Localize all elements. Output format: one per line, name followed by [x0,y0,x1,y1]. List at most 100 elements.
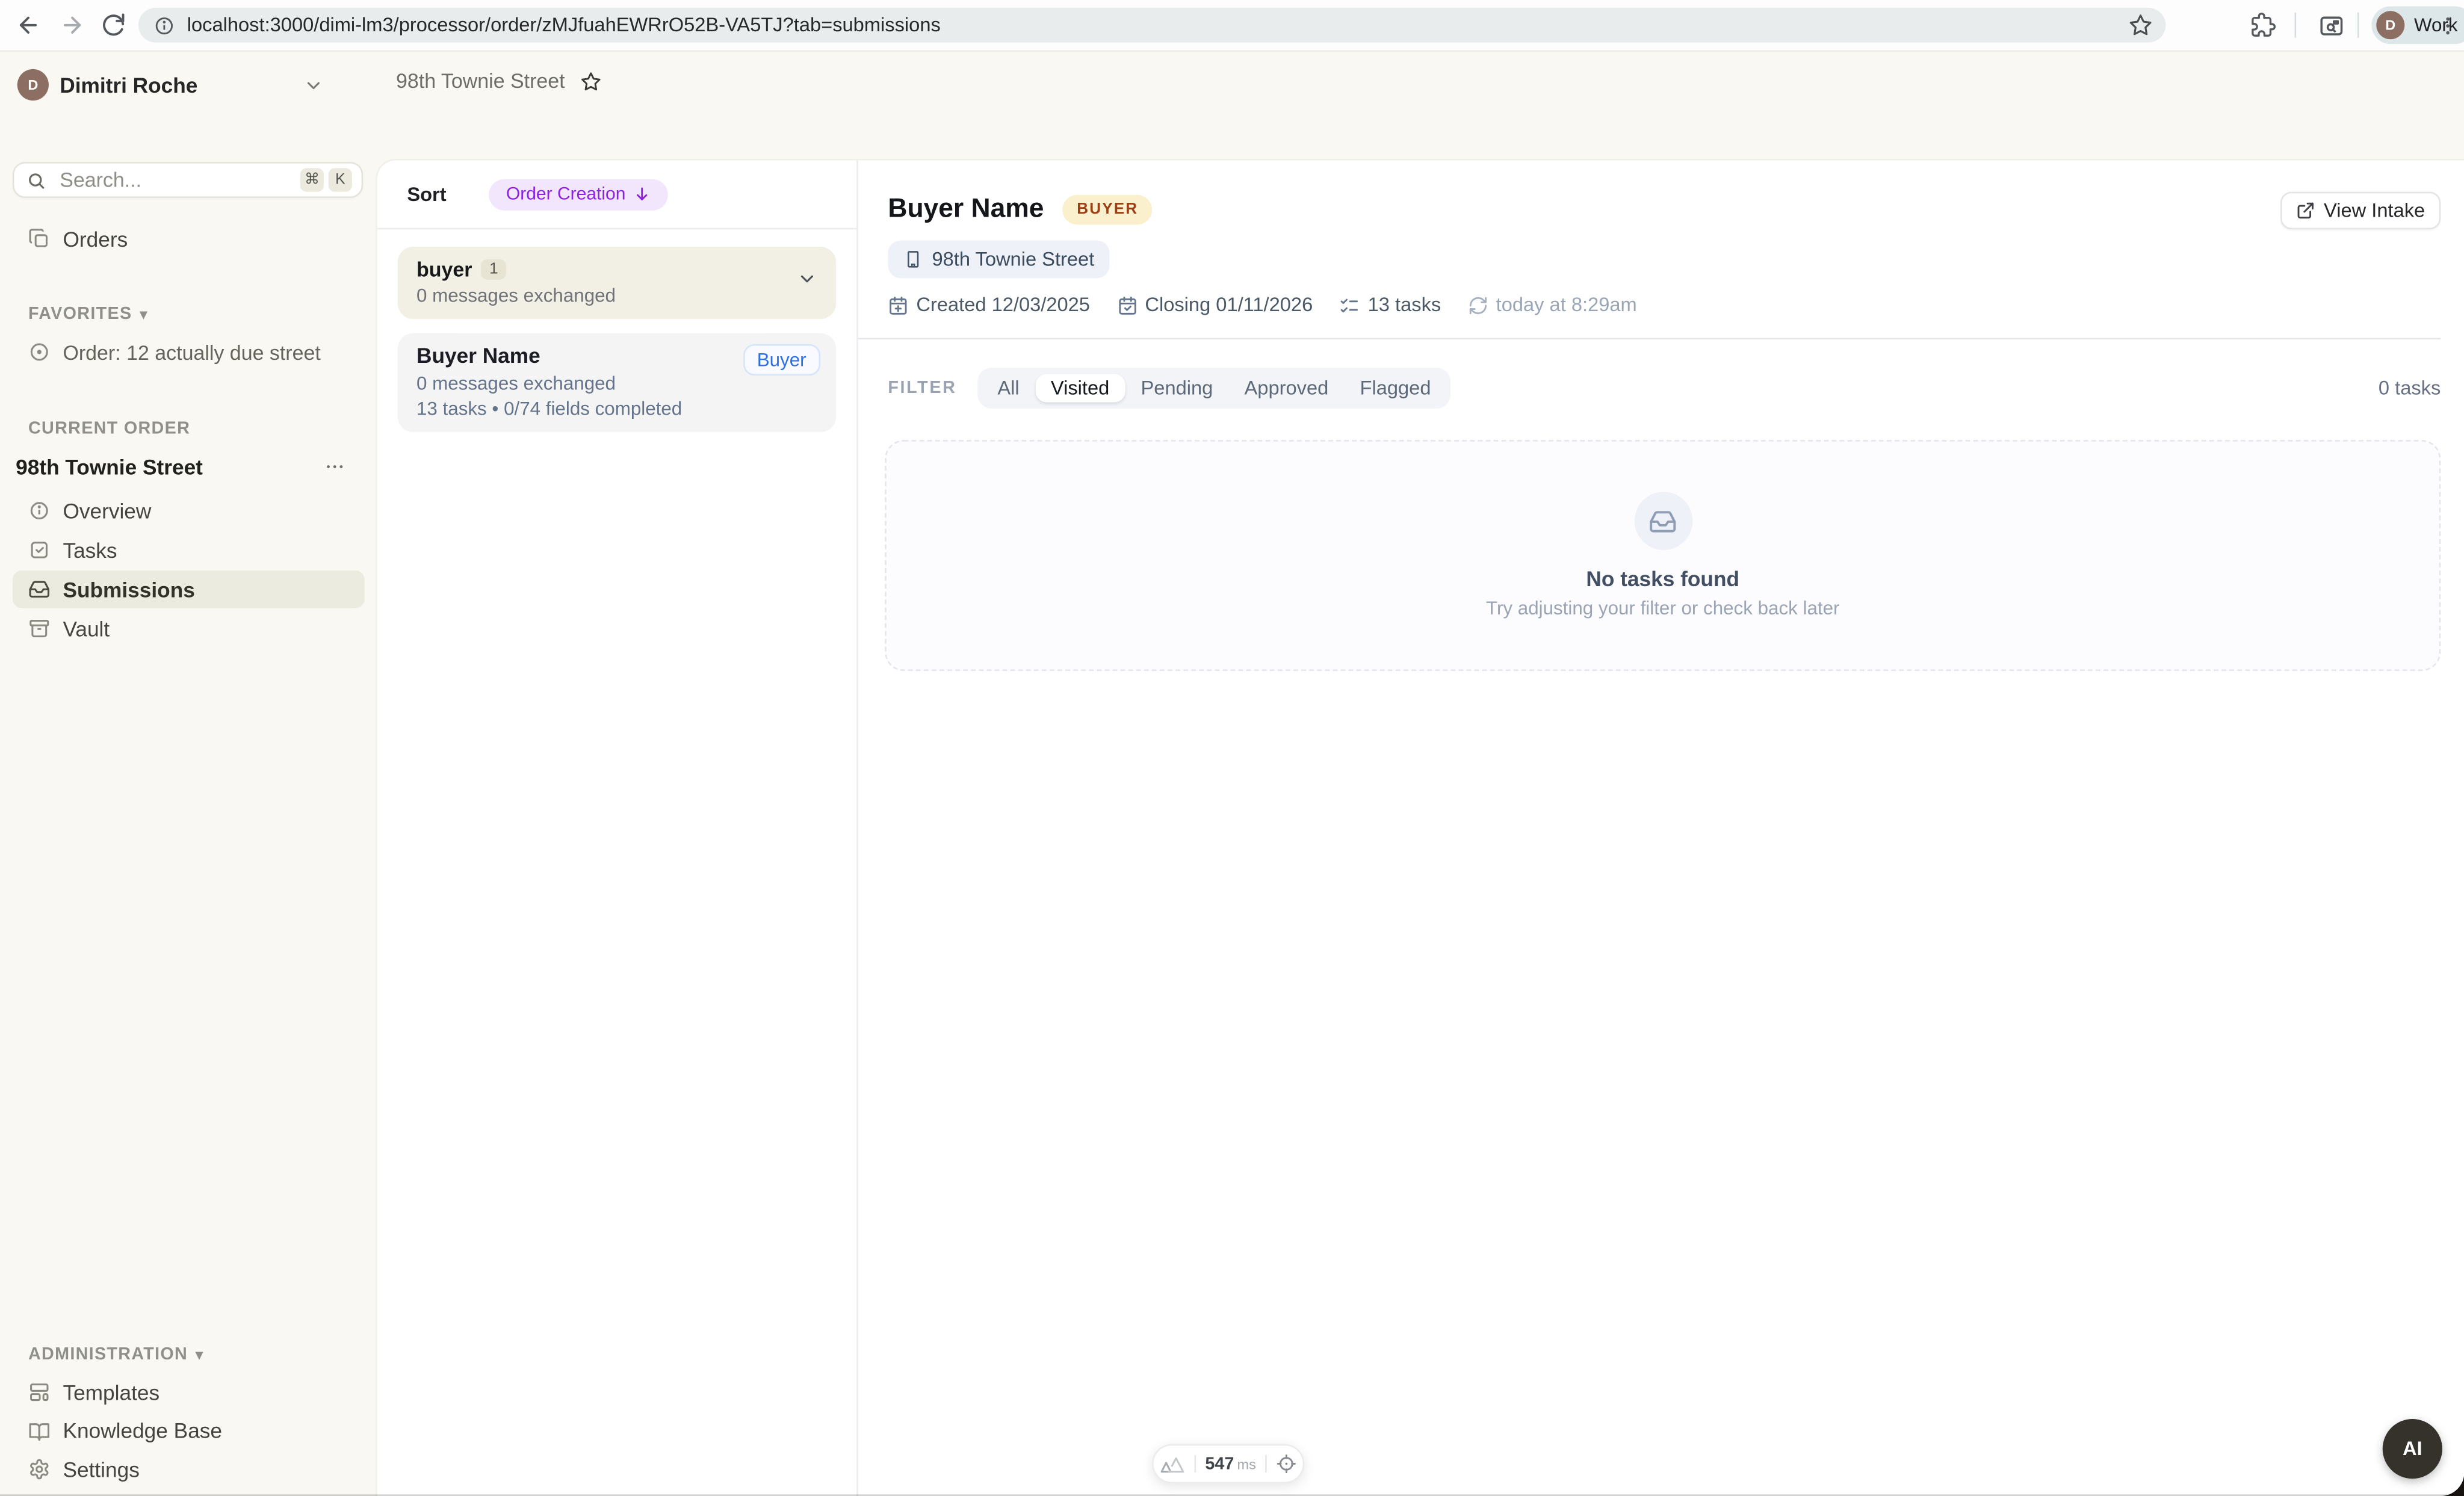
list-checks-icon [1340,295,1360,315]
shortcut-cmd-key: ⌘ [300,168,324,191]
inbox-icon [28,578,63,601]
order-address-chip[interactable]: 98th Townie Street [888,241,1110,279]
user-name: Dimitri Roche [60,73,303,96]
submissions-list-panel: Sort Order Creation buyer 1 0 [377,160,858,1496]
address-bar[interactable]: localhost:3000/dimi-lm3/processor/order/… [138,8,2166,42]
browser-toolbar: localhost:3000/dimi-lm3/processor/order/… [0,0,2464,52]
view-intake-label: View Intake [2324,200,2425,222]
book-open-icon [28,1420,63,1442]
sort-value: Order Creation [506,185,626,203]
current-order-title-row[interactable]: 98th Townie Street [16,451,365,482]
administration-section-label: ADMINISTRATION [28,1345,188,1364]
inbox-icon [1648,507,1677,535]
sidebar-item-label: Tasks [63,538,117,561]
calendar-check-icon [1116,295,1137,315]
group-count-badge: 1 [481,259,506,280]
inspector-target-icon[interactable] [1277,1453,1297,1474]
favorite-item[interactable]: Order: 12 actually due street [13,333,365,371]
group-subtitle: 0 messages exchanged [416,285,817,307]
sidebar-item-vault[interactable]: Vault [13,610,365,648]
order-menu-icon[interactable] [324,456,346,478]
submission-line2: 13 tasks • 0/74 fields completed [416,398,817,420]
detail-title: Buyer Name [888,193,1044,224]
tab-approved[interactable]: Approved [1228,374,1344,402]
submissions-list: buyer 1 0 messages exchanged Buyer Name … [377,229,856,450]
app-body: 98th Townie Street D Dimitri Roche ⌘ K [0,51,2464,1496]
content-card: Sort Order Creation buyer 1 0 [377,160,2464,1496]
sidebar-item-settings[interactable]: Settings [13,1450,365,1488]
search-input[interactable] [57,167,296,193]
toolbar-divider [2357,13,2359,38]
empty-state-circle [1633,492,1692,550]
section-caret-icon [140,305,147,324]
header-divider [858,338,2441,339]
current-order-title: 98th Townie Street [16,455,324,478]
reload-icon[interactable] [99,11,128,39]
sidebar-item-tasks[interactable]: Tasks [13,531,365,569]
submission-detail-panel: Buyer Name BUYER View Intake 98th Townie… [858,160,2464,1496]
sidebar-item-knowledge-base[interactable]: Knowledge Base [13,1412,365,1450]
current-order-section-label: CURRENT ORDER [28,419,190,438]
order-header: 98th Townie Street [396,69,602,93]
sidebar-item-overview[interactable]: Overview [13,492,365,530]
sidebar-item-label: Submissions [63,578,194,601]
submission-group-buyer[interactable]: buyer 1 0 messages exchanged [398,247,837,319]
bookmark-star-icon[interactable] [2128,13,2153,38]
filter-tabs: All Visited Pending Approved Flagged [977,368,1451,409]
role-badge: Buyer [743,344,820,376]
chevron-down-icon[interactable] [797,269,817,289]
search-icon [26,170,45,189]
side-panel-search-icon[interactable] [2317,11,2345,39]
task-count-meta: 13 tasks [1340,294,1441,316]
buyer-badge: BUYER [1063,194,1153,224]
section-caret-icon [196,1345,203,1364]
empty-state-subtitle: Try adjusting your filter or check back … [1486,597,1840,619]
back-icon[interactable] [14,11,43,39]
info-icon [28,499,63,522]
sidebar-item-submissions[interactable]: Submissions [13,570,365,608]
submission-item-buyer-name[interactable]: Buyer Name Buyer 0 messages exchanged 13… [398,333,837,433]
workspace-switcher[interactable]: D Dimitri Roche [13,67,365,102]
gear-icon [28,1458,63,1480]
devtools-timing[interactable]: 547 ms [1205,1454,1256,1473]
user-avatar: D [17,69,49,100]
sort-label: Sort [407,183,446,205]
tab-all[interactable]: All [982,374,1035,402]
forward-icon[interactable] [58,11,87,39]
sidebar-item-label: Knowledge Base [63,1419,222,1442]
detail-meta-row: Created 12/03/2025 Closing 01/11/2026 13… [888,294,1636,316]
check-square-icon [28,539,63,561]
devtools-logo-icon[interactable] [1160,1454,1185,1473]
view-intake-button[interactable]: View Intake [2280,192,2441,230]
sidebar-item-label: Templates [63,1380,159,1404]
browser-menu-icon[interactable] [2433,11,2461,39]
closing-date: Closing 01/11/2026 [1116,294,1313,316]
site-info-icon[interactable] [154,15,175,36]
sidebar-item-label: Orders [63,227,128,250]
profile-avatar: D [2376,11,2404,39]
sort-order-button[interactable]: Order Creation [489,178,668,209]
tab-visited[interactable]: Visited [1035,374,1125,402]
tab-pending[interactable]: Pending [1125,374,1228,402]
building-icon [903,250,922,268]
devtools-bar: 547 ms [1152,1444,1304,1483]
order-header-title: 98th Townie Street [396,69,565,93]
empty-state: No tasks found Try adjusting your filter… [885,440,2441,671]
administration-section-header[interactable]: ADMINISTRATION [28,1345,203,1364]
current-order-section-header: CURRENT ORDER [28,419,190,438]
favorite-star-icon[interactable] [581,70,603,92]
sidebar-item-templates[interactable]: Templates [13,1373,365,1411]
search-box[interactable]: ⌘ K [13,162,363,198]
favorites-section-label: FAVORITES [28,305,132,324]
tab-flagged[interactable]: Flagged [1344,374,1446,402]
archive-icon [28,617,63,640]
favorites-section-header[interactable]: FAVORITES [28,305,148,324]
extensions-icon[interactable] [2249,11,2277,39]
ai-assistant-button[interactable]: AI [2383,1419,2442,1479]
sidebar-item-orders[interactable]: Orders [13,220,365,258]
shortcut-k-key: K [329,168,352,191]
task-count-label: 0 tasks [2379,377,2441,400]
arrow-down-icon [634,185,651,203]
layout-template-icon [28,1381,63,1403]
sidebar: D Dimitri Roche ⌘ K Orders [0,51,377,1496]
